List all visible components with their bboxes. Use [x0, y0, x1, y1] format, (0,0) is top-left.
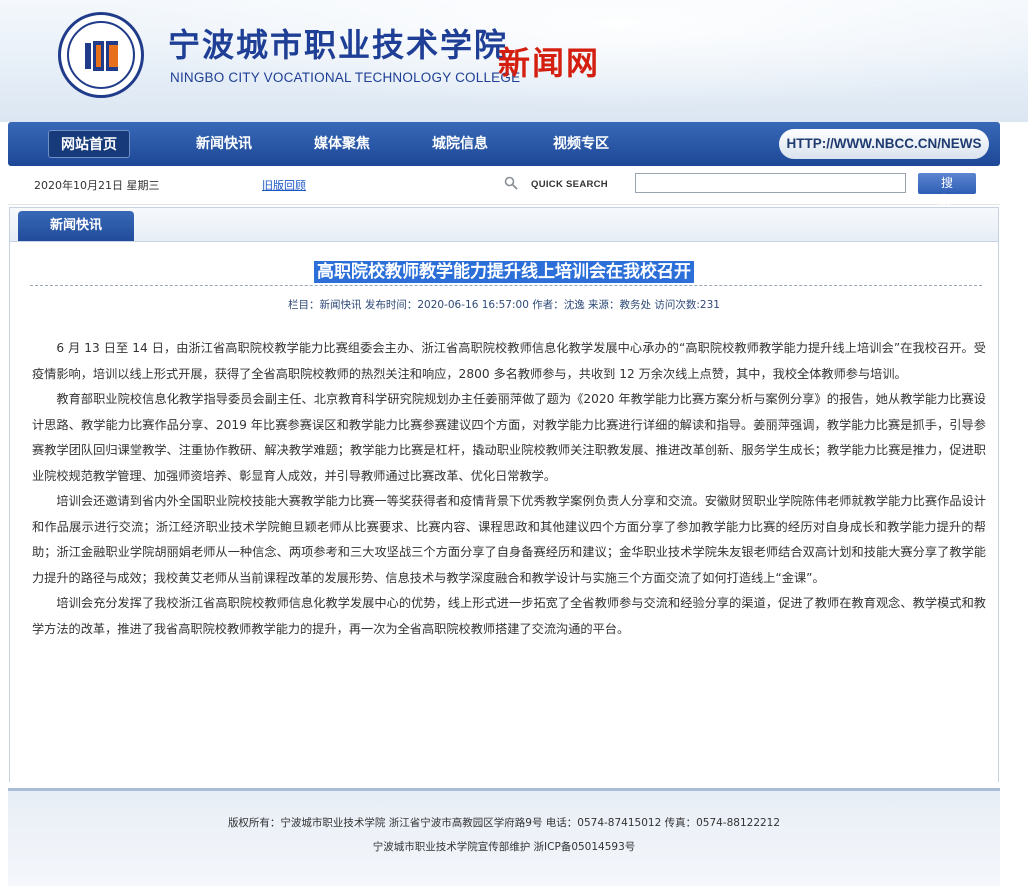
panel-tab-news[interactable]: 新闻快讯 — [18, 211, 134, 241]
article-meta: 栏目：新闻快讯 发布时间：2020-06-16 16:57:00 作者：沈逸 来… — [288, 299, 720, 311]
article-paragraph: 培训会充分发挥了我校浙江省高职院校教师信息化教学发展中心的优势，线上形式进一步拓… — [32, 596, 986, 636]
nav-item-home[interactable]: 网站首页 — [48, 130, 130, 158]
article-paragraph: 6 月 13 日至 14 日，由浙江省高职院校教学能力比赛组委会主办、浙江省高职… — [32, 341, 986, 381]
article-title-text: 高职院校教师教学能力提升线上培训会在我校召开 — [314, 261, 694, 283]
article-content: 高职院校教师教学能力提升线上培训会在我校召开 栏目：新闻快讯 发布时间：2020… — [10, 242, 998, 782]
site-name: 新闻网 — [498, 44, 601, 82]
site-url-badge: HTTP://WWW.NBCC.CN/NEWS — [779, 129, 989, 159]
nav-item-college-info[interactable]: 城院信息 — [420, 130, 500, 158]
quick-search-label: QUICK SEARCH — [531, 179, 608, 190]
article-paragraph: 培训会还邀请到省内外全国职业院校技能大赛教学能力比赛一等奖获得者和疫情背景下优秀… — [32, 494, 986, 585]
college-name-cn: 宁波城市职业技术学院 — [168, 26, 509, 64]
news-panel: 新闻快讯 高职院校教师教学能力提升线上培训会在我校召开 栏目：新闻快讯 发布时间… — [9, 207, 999, 782]
site-header: 宁波城市职业技术学院 NINGBO CITY VOCATIONAL TECHNO… — [0, 0, 1028, 122]
logo-mark — [85, 39, 119, 73]
article-paragraph: 教育部职业院校信息化教学指导委员会副主任、北京教育科学研究院规划办主任姜丽萍做了… — [32, 392, 986, 483]
college-name-en: NINGBO CITY VOCATIONAL TECHNOLOGY COLLEG… — [170, 70, 521, 85]
search-icon — [504, 176, 518, 190]
panel-header: 新闻快讯 — [10, 208, 998, 242]
college-logo-icon[interactable] — [58, 12, 144, 98]
footer-icp: 宁波城市职业技术学院宣传部维护 浙ICP备05014593号 — [372, 841, 636, 853]
search-button[interactable]: 搜 索 — [918, 173, 976, 207]
old-version-link[interactable]: 旧版回顾 — [262, 177, 306, 193]
article-title: 高职院校教师教学能力提升线上培训会在我校召开 — [10, 257, 998, 283]
title-divider — [30, 285, 982, 286]
toolbar: 2020年10月21日 星期三 旧版回顾 QUICK SEARCH 搜 索 — [8, 166, 1000, 207]
current-date: 2020年10月21日 星期三 — [34, 179, 160, 192]
article-body: 6 月 13 日至 14 日，由浙江省高职院校教学能力比赛组委会主办、浙江省高职… — [32, 336, 986, 642]
main-nav: 网站首页 新闻快讯 媒体聚焦 城院信息 视频专区 HTTP://WWW.NBCC… — [8, 122, 1000, 166]
footer-copyright: 版权所有：宁波城市职业技术学院 浙江省宁波市高教园区学府路9号 电话：0574-… — [227, 817, 781, 829]
nav-item-video[interactable]: 视频专区 — [541, 130, 621, 158]
nav-item-media[interactable]: 媒体聚焦 — [302, 130, 382, 158]
site-footer: 版权所有：宁波城市职业技术学院 浙江省宁波市高教园区学府路9号 电话：0574-… — [8, 788, 1000, 886]
nav-item-news[interactable]: 新闻快讯 — [184, 130, 264, 158]
search-input[interactable] — [635, 173, 906, 193]
